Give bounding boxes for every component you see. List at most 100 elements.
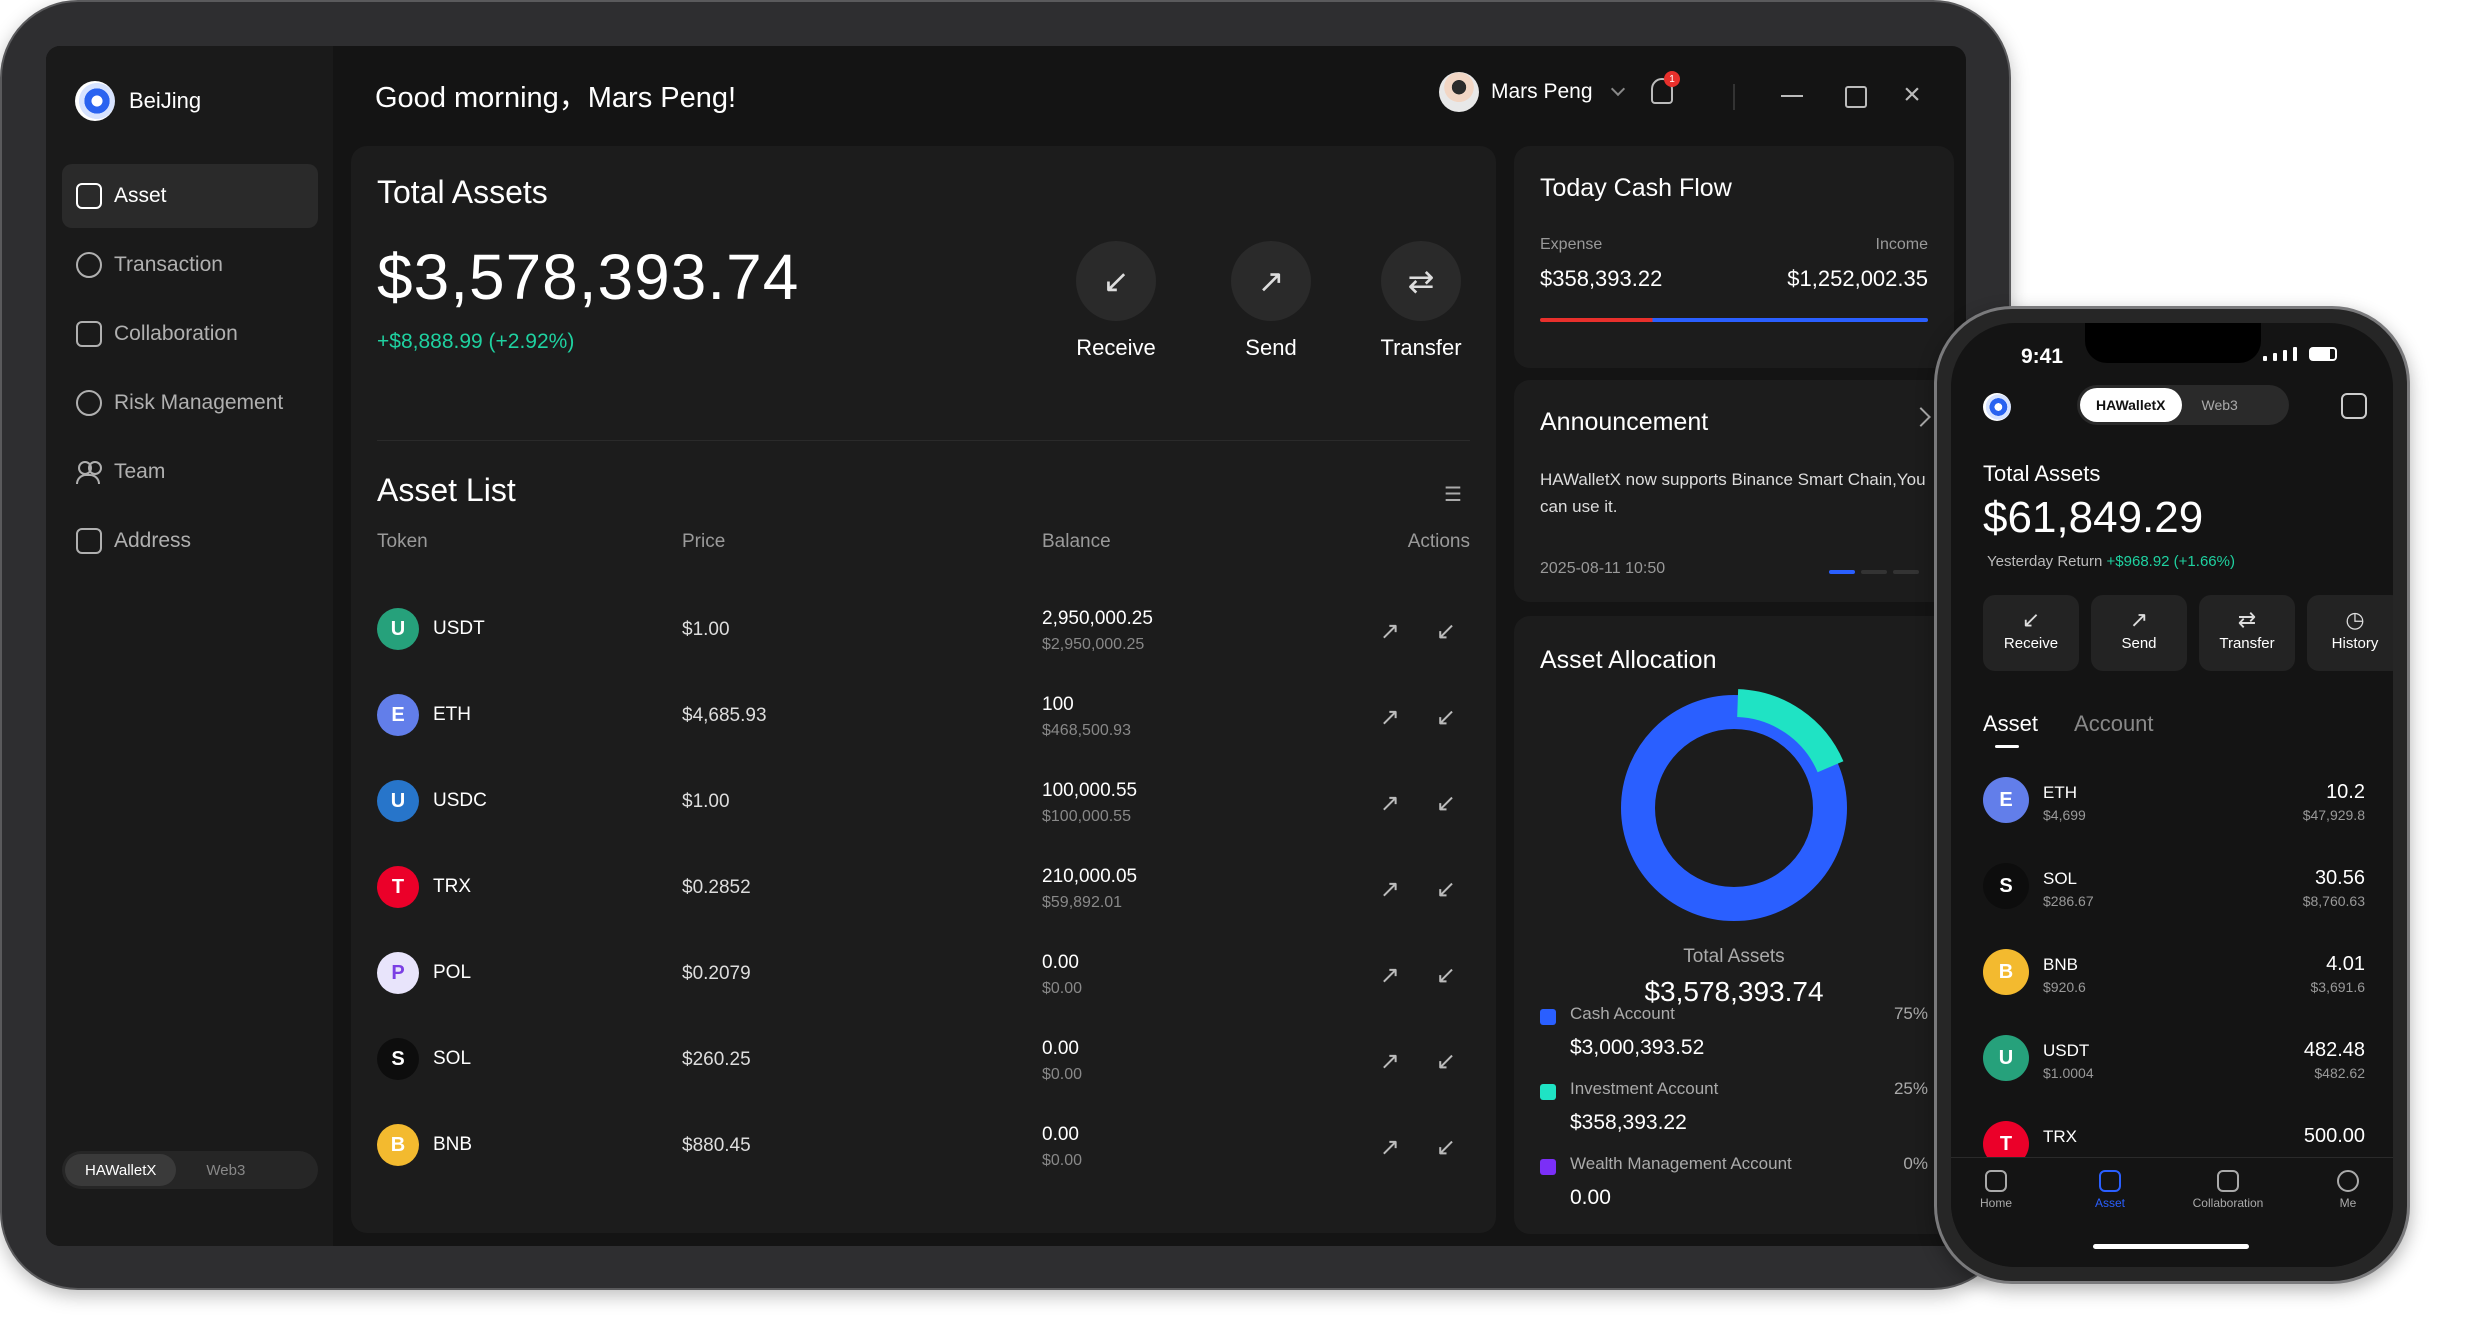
table-row[interactable]: E ETH $4,685.93 100 $468,500.93 ↗ ↙ [377, 677, 1470, 759]
wallet-icon [2099, 1170, 2121, 1192]
announcement-card[interactable]: Announcement HAWalletX now supports Bina… [1514, 380, 1954, 602]
phone-action-label: History [2331, 635, 2379, 652]
send-arrow-icon[interactable]: ↗ [1380, 1047, 1400, 1076]
tab-account[interactable]: Account [2074, 711, 2154, 737]
token-name: ETH [433, 704, 471, 725]
table-row[interactable]: U USDT $1.00 2,950,000.25 $2,950,000.25 ↗ ↙ [377, 591, 1470, 673]
eth-coin-icon: E [1983, 777, 2029, 823]
legend-value: 0.00 [1570, 1186, 1611, 1209]
switch-web3[interactable]: Web3 [2182, 397, 2258, 413]
nav-collaboration[interactable]: Collaboration [2183, 1170, 2273, 1210]
sol-coin-icon: S [377, 1038, 419, 1080]
list-item[interactable]: B BNB $920.6 4.01 $3,691.6 [1983, 949, 2365, 1023]
receive-button[interactable]: ↙ Receive [1056, 241, 1176, 361]
table-row[interactable]: U USDC $1.00 100,000.55 $100,000.55 ↗ ↙ [377, 763, 1470, 845]
list-item[interactable]: S SOL $286.67 30.56 $8,760.63 [1983, 863, 2365, 937]
chevron-down-icon [1610, 81, 1625, 97]
close-icon[interactable]: × [1899, 80, 1925, 110]
balance-value: $59,892.01 [1042, 894, 1123, 911]
nav-home[interactable]: Home [1951, 1170, 2041, 1210]
user-menu[interactable]: Mars Peng [1439, 72, 1625, 112]
token-name: SOL [2043, 869, 2078, 888]
sidebar-item-risk-management[interactable]: Risk Management [62, 371, 318, 435]
transfer-button[interactable]: ⇄ Transfer [1361, 241, 1481, 361]
maximize-icon[interactable] [1841, 82, 1867, 108]
document-icon [2217, 1170, 2239, 1192]
send-arrow-icon[interactable]: ↗ [1380, 789, 1400, 818]
phone-send-button[interactable]: ↗ Send [2091, 595, 2187, 671]
switch-hawalletx[interactable]: HAWalletX [65, 1154, 177, 1186]
signal-icon [2263, 347, 2337, 361]
send-arrow-icon: ↗ [1231, 241, 1311, 321]
sidebar-item-team[interactable]: Team [62, 440, 318, 504]
nav-me[interactable]: Me [2303, 1170, 2393, 1210]
scan-icon[interactable] [2341, 393, 2367, 419]
notification-badge: 1 [1664, 71, 1680, 87]
table-row[interactable]: P POL $0.2079 0.00 $0.00 ↗ ↙ [377, 935, 1470, 1017]
receive-arrow-icon[interactable]: ↙ [1436, 875, 1456, 904]
carousel-dot[interactable] [1829, 570, 1855, 574]
receive-arrow-icon[interactable]: ↙ [1436, 961, 1456, 990]
row-actions: ↗ ↙ [1380, 1047, 1456, 1076]
balance-amount: 100 [1042, 694, 1074, 715]
sidebar-item-transaction[interactable]: Transaction [62, 233, 318, 297]
brand[interactable]: BeiJing [75, 81, 201, 121]
carousel-dot[interactable] [1861, 570, 1887, 574]
send-arrow-icon[interactable]: ↗ [1380, 1133, 1400, 1162]
sidebar-nav: Asset Transaction Collaboration Risk Man… [62, 164, 318, 578]
balance-cell: 0.00 $0.00 [1042, 1038, 1082, 1084]
token-name: ETH [2043, 783, 2077, 802]
sidebar-item-address[interactable]: Address [62, 509, 318, 573]
announcement-title: Announcement [1540, 408, 1709, 436]
sidebar-item-collaboration[interactable]: Collaboration [62, 302, 318, 366]
phone-frame: 9:41 HAWalletX Web3 Total Assets $61,849… [1934, 306, 2410, 1284]
token-price: $0.2079 [682, 963, 751, 984]
list-item[interactable]: U USDT $1.0004 482.48 $482.62 [1983, 1035, 2365, 1109]
receive-arrow-icon[interactable]: ↙ [1436, 617, 1456, 646]
history-icon: ◷ [2345, 607, 2365, 632]
col-actions: Actions [1407, 531, 1470, 552]
send-arrow-icon[interactable]: ↗ [1380, 875, 1400, 904]
phone-action-label: Send [2121, 635, 2157, 652]
chevron-right-icon[interactable] [1911, 407, 1931, 427]
phone-transfer-button[interactable]: ⇄ Transfer [2199, 595, 2295, 671]
legend-name: Cash Account [1570, 1004, 1675, 1023]
legend-value: $3,000,393.52 [1570, 1036, 1705, 1059]
send-arrow-icon[interactable]: ↗ [1380, 703, 1400, 732]
phone-receive-button[interactable]: ↙ Receive [1983, 595, 2079, 671]
token-price: $880.45 [682, 1135, 751, 1156]
filter-icon[interactable]: ☰ [1444, 482, 1468, 506]
allocation-total-label: Total Assets [1683, 946, 1785, 967]
carousel-dots[interactable] [1829, 570, 1919, 574]
dynamic-island [2085, 323, 2261, 363]
receive-arrow-icon[interactable]: ↙ [1436, 789, 1456, 818]
token-value: $482.62 [2314, 1065, 2365, 1081]
switch-web3[interactable]: Web3 [176, 1162, 275, 1179]
total-assets-change: +$8,888.99 (+2.92%) [377, 330, 575, 353]
sidebar-item-label: Collaboration [114, 322, 238, 345]
receive-arrow-icon[interactable]: ↙ [1436, 1133, 1456, 1162]
send-arrow-icon[interactable]: ↗ [1380, 617, 1400, 646]
table-row[interactable]: S SOL $260.25 0.00 $0.00 ↗ ↙ [377, 1021, 1470, 1103]
minimize-icon[interactable] [1779, 82, 1805, 108]
receive-arrow-icon[interactable]: ↙ [1436, 703, 1456, 732]
table-row[interactable]: T TRX $0.2852 210,000.05 $59,892.01 ↗ ↙ [377, 849, 1470, 931]
sidebar-item-asset[interactable]: Asset [62, 164, 318, 228]
table-row[interactable]: B BNB $880.45 0.00 $0.00 ↗ ↙ [377, 1107, 1470, 1189]
phone-history-button[interactable]: ◷ History [2307, 595, 2393, 671]
send-button[interactable]: ↗ Send [1211, 241, 1331, 361]
receive-arrow-icon[interactable]: ↙ [1436, 1047, 1456, 1076]
usdt-coin-icon: U [377, 608, 419, 650]
return-value: +$968.92 (+1.66%) [2106, 553, 2235, 570]
token-amount: 10.2 [2326, 781, 2365, 803]
balance-amount: 0.00 [1042, 1124, 1079, 1145]
carousel-dot[interactable] [1893, 570, 1919, 574]
list-item[interactable]: E ETH $4,699 10.2 $47,929.8 [1983, 777, 2365, 851]
divider [1733, 84, 1735, 110]
tab-asset[interactable]: Asset [1983, 711, 2038, 737]
switch-hawalletx[interactable]: HAWalletX [2080, 388, 2182, 422]
desktop-app-window: BeiJing Asset Transaction Collaboration … [46, 46, 1966, 1246]
nav-asset[interactable]: Asset [2065, 1170, 2155, 1210]
send-arrow-icon[interactable]: ↗ [1380, 961, 1400, 990]
bnb-coin-icon: B [1983, 949, 2029, 995]
